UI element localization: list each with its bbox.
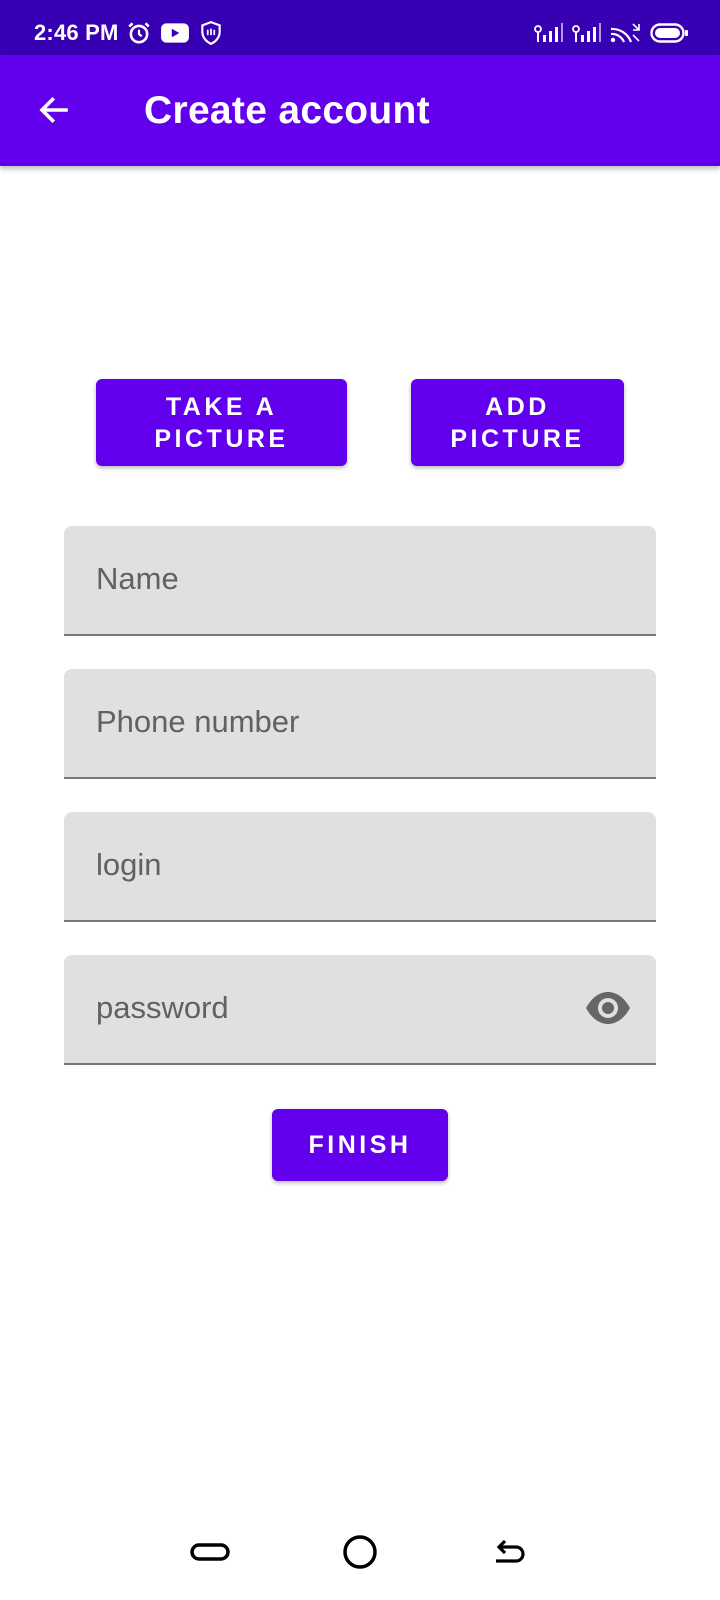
phone-input[interactable] [96, 669, 596, 775]
wifi-icon [609, 20, 641, 46]
app-bar: Create account [0, 55, 720, 166]
recents-icon [190, 1541, 230, 1563]
status-time: 2:46 PM [34, 20, 119, 45]
home-button[interactable] [330, 1528, 390, 1576]
system-nav-bar [0, 1500, 720, 1600]
signal-2-icon [570, 20, 602, 46]
take-picture-button[interactable]: TAKE A PICTURE [96, 379, 347, 466]
system-back-button[interactable] [480, 1528, 540, 1576]
arrow-left-icon [36, 92, 72, 128]
create-account-screen: 2:46 PM Create account TAKE A PICTURE AD… [0, 0, 720, 1600]
home-icon [342, 1534, 378, 1570]
finish-button[interactable]: FINISH [272, 1109, 448, 1181]
name-input[interactable] [96, 526, 596, 632]
password-input[interactable] [96, 955, 596, 1061]
password-field[interactable] [64, 955, 656, 1065]
battery-icon [650, 20, 690, 46]
eye-icon[interactable] [584, 988, 632, 1028]
signal-1-icon [532, 20, 564, 46]
name-field[interactable] [64, 526, 656, 636]
page-title: Create account [144, 89, 430, 132]
recents-button[interactable] [180, 1528, 240, 1576]
back-button[interactable] [24, 80, 84, 140]
shield-icon [198, 20, 224, 46]
login-field[interactable] [64, 812, 656, 922]
alarm-icon [126, 20, 152, 46]
back-icon [492, 1537, 528, 1567]
add-picture-button[interactable]: ADD PICTURE [411, 379, 624, 466]
youtube-icon [160, 20, 190, 46]
login-input[interactable] [96, 812, 596, 918]
phone-field[interactable] [64, 669, 656, 779]
status-bar: 2:46 PM [0, 0, 720, 55]
